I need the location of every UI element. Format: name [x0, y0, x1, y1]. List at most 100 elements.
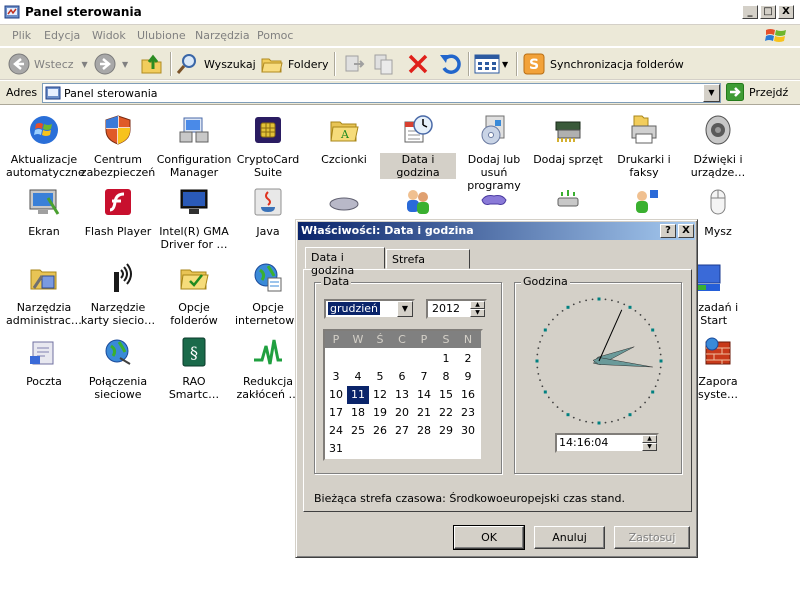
calendar-day[interactable]: 17: [325, 404, 347, 422]
calendar-day[interactable]: 5: [369, 368, 391, 386]
item-security-center[interactable]: Centrum zabezpieczeń: [80, 114, 156, 179]
item-admin-tools[interactable]: Narzędzia administrac…: [6, 262, 82, 327]
item-add-remove-programs[interactable]: Dodaj lub usuń programy: [456, 114, 532, 192]
calendar-day[interactable]: 22: [435, 404, 457, 422]
calendar-day[interactable]: 26: [369, 422, 391, 440]
clock-tick: [543, 328, 547, 332]
calendar-day[interactable]: 7: [413, 368, 435, 386]
clock-tick: [651, 328, 655, 332]
item-rao-smartcard[interactable]: § RAO Smartc…: [156, 336, 232, 401]
calendar-day[interactable]: 14: [413, 386, 435, 404]
menu-edit[interactable]: Edycja: [44, 29, 80, 42]
calendar-day[interactable]: 3: [325, 368, 347, 386]
title-bar[interactable]: Panel sterowania _ □ X: [0, 0, 800, 25]
minimize-button[interactable]: _: [742, 5, 758, 19]
spin-up-icon[interactable]: ▲: [470, 301, 485, 309]
copy-to-icon[interactable]: [372, 51, 396, 77]
go-button[interactable]: Przejdź: [726, 83, 788, 101]
maximize-button[interactable]: □: [760, 5, 776, 19]
item-automatic-updates[interactable]: Aktualizacje automatyczne: [6, 114, 85, 179]
item-display[interactable]: Ekran: [6, 186, 82, 238]
menu-tools[interactable]: Narzędzia: [195, 29, 250, 42]
calendar-day[interactable]: 29: [435, 422, 457, 440]
up-folder-icon[interactable]: [140, 51, 164, 77]
dialog-title-bar[interactable]: Właściwości: Data i godzina ? X: [298, 222, 695, 240]
back-button[interactable]: Wstecz ▼: [8, 51, 88, 77]
ok-button[interactable]: OK: [453, 525, 525, 550]
item-cryptocard[interactable]: CryptoCard Suite: [230, 114, 306, 179]
address-dropdown-icon[interactable]: ▼: [703, 84, 720, 102]
calendar-day[interactable]: 18: [347, 404, 369, 422]
calendar-day[interactable]: 12: [369, 386, 391, 404]
calendar-day[interactable]: 13: [391, 386, 413, 404]
calendar-day[interactable]: 10: [325, 386, 347, 404]
spin-down-icon[interactable]: ▼: [470, 309, 485, 317]
year-spin-buttons[interactable]: ▲ ▼: [470, 301, 485, 317]
time-spin-buttons[interactable]: ▲ ▼: [642, 435, 657, 451]
calendar-day[interactable]: 31: [325, 440, 347, 458]
calendar-day[interactable]: 21: [413, 404, 435, 422]
spin-up-icon[interactable]: ▲: [642, 435, 657, 443]
month-select[interactable]: grudzień ▼: [324, 299, 415, 319]
calendar-day[interactable]: 25: [347, 422, 369, 440]
calendar-day[interactable]: 6: [391, 368, 413, 386]
item-network-card-tool[interactable]: Narzędzie karty siecio…: [80, 262, 156, 327]
item-printers-faxes[interactable]: Drukarki i faksy: [606, 114, 682, 179]
item-add-hardware[interactable]: Dodaj sprzęt: [530, 114, 606, 166]
calendar-day[interactable]: 11: [347, 386, 369, 404]
menu-view[interactable]: Widok: [92, 29, 126, 42]
delete-icon[interactable]: [406, 51, 430, 77]
calendar-day[interactable]: 16: [457, 386, 479, 404]
move-to-icon[interactable]: [342, 51, 366, 77]
item-configuration-manager[interactable]: Configuration Manager: [156, 114, 232, 179]
undo-icon[interactable]: [438, 51, 462, 77]
calendar-day[interactable]: 2: [457, 350, 479, 368]
close-button[interactable]: X: [778, 5, 794, 19]
forward-button[interactable]: ▼: [94, 51, 128, 77]
views-dropdown-icon[interactable]: ▼: [502, 60, 508, 69]
spin-down-icon[interactable]: ▼: [642, 443, 657, 451]
apply-button[interactable]: Zastosuj: [614, 526, 690, 549]
calendar-day[interactable]: 30: [457, 422, 479, 440]
search-button[interactable]: Wyszukaj: [176, 51, 256, 77]
item-intel-gma[interactable]: Intel(R) GMA Driver for …: [156, 186, 232, 251]
calendar-day[interactable]: 23: [457, 404, 479, 422]
calendar-day[interactable]: 1: [435, 350, 457, 368]
calendar-day[interactable]: 19: [369, 404, 391, 422]
folders-button[interactable]: Foldery: [260, 51, 329, 77]
dialog-close-button[interactable]: X: [678, 224, 694, 238]
calendar-day[interactable]: 9: [457, 368, 479, 386]
cancel-button[interactable]: Anuluj: [534, 526, 605, 549]
views-button[interactable]: ▼: [474, 51, 508, 77]
item-folder-options[interactable]: Opcje folderów: [156, 262, 232, 327]
dialog-help-button[interactable]: ?: [660, 224, 676, 238]
item-date-time[interactable]: Data i godzina: [380, 114, 456, 179]
item-network-connections[interactable]: Połączenia sieciowe: [80, 336, 156, 401]
address-input[interactable]: Panel sterowania ▼: [42, 83, 721, 103]
clock-tick: [623, 416, 626, 419]
year-spinner[interactable]: 2012 ▲ ▼: [426, 299, 487, 319]
sync-folders-button[interactable]: S Synchronizacja folderów: [523, 51, 684, 77]
calendar-day[interactable]: 15: [435, 386, 457, 404]
calendar-day[interactable]: 8: [435, 368, 457, 386]
menu-help[interactable]: Pomoc: [257, 29, 293, 42]
calendar-day[interactable]: 28: [413, 422, 435, 440]
back-dropdown-icon[interactable]: ▼: [82, 60, 88, 69]
menu-file[interactable]: Plik: [12, 29, 31, 42]
calendar-day[interactable]: 27: [391, 422, 413, 440]
item-fonts[interactable]: A Czcionki: [306, 114, 382, 166]
item-mail[interactable]: Poczta: [6, 336, 82, 388]
calendar[interactable]: P W Ś C P S N 1 2 3 4 5 6 7 8 9 10 11 12 13 14 15 16 17 1…: [323, 329, 483, 461]
item-label: Poczta: [26, 375, 62, 388]
calendar-day[interactable]: 24: [325, 422, 347, 440]
forward-dropdown-icon[interactable]: ▼: [122, 60, 128, 69]
calendar-day[interactable]: 20: [391, 404, 413, 422]
item-flash-player[interactable]: Flash Player: [80, 186, 156, 238]
item-sounds-devices[interactable]: Dźwięki i urządze…: [680, 114, 756, 179]
calendar-day[interactable]: 4: [347, 368, 369, 386]
tab-time-zone[interactable]: Strefa czasowa: [386, 249, 470, 279]
time-spinner[interactable]: 14:16:04 ▲ ▼: [555, 433, 659, 453]
menu-favorites[interactable]: Ulubione: [137, 29, 186, 42]
month-dropdown-icon[interactable]: ▼: [397, 301, 413, 317]
tab-date-time[interactable]: Data i godzina: [305, 247, 385, 277]
